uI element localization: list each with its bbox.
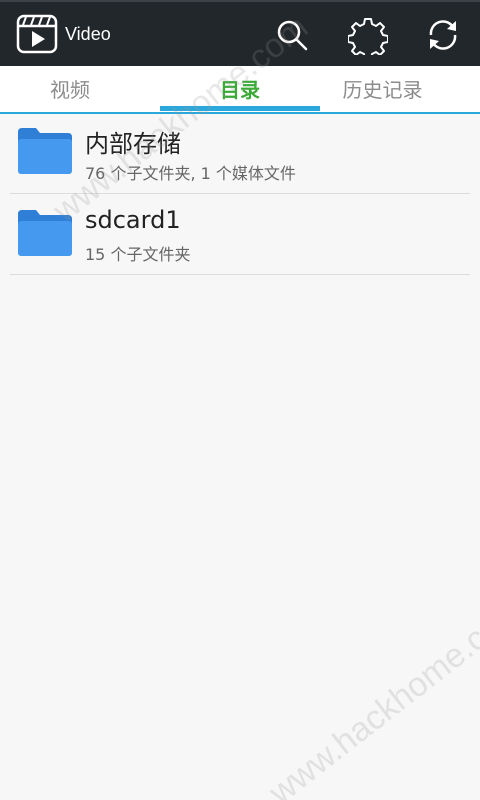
settings-button[interactable] — [347, 15, 389, 60]
refresh-button[interactable] — [423, 15, 463, 55]
app-title: Video — [65, 24, 111, 44]
folder-details: 15 个子文件夹 — [85, 245, 191, 264]
row-divider — [10, 274, 470, 275]
watermark-bottom: www.hackhome.com — [262, 590, 480, 800]
app-root: Video 视频 目录 历史记录 内部存储 76 个子文件夹, 1 个媒体文件 … — [0, 0, 480, 800]
refresh-icon — [429, 20, 457, 50]
gear-icon — [347, 18, 389, 60]
video-clapper-icon[interactable] — [16, 14, 58, 54]
tab-videos[interactable]: 视频 — [0, 66, 140, 114]
tab-history[interactable]: 历史记录 — [300, 66, 465, 114]
folder-icon — [18, 128, 72, 174]
folder-name: sdcard1 — [85, 206, 181, 234]
